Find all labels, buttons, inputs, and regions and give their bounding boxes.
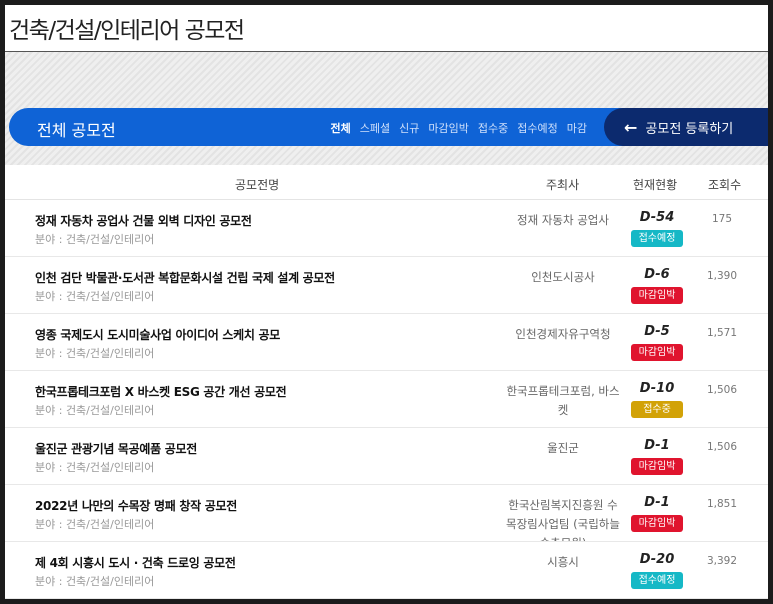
contest-status: D-1 마감임박 bbox=[625, 485, 689, 541]
contest-views: 1,390 bbox=[706, 270, 738, 282]
table-row[interactable]: 한국프롭테크포럼 X 바스켓 ESG 공간 개선 공모전분야 : 건축/건설/인… bbox=[5, 371, 768, 428]
contest-views: 175 bbox=[711, 213, 733, 225]
arrow-left-icon: ← bbox=[624, 117, 638, 137]
contest-field: 분야 : 건축/건설/인테리어 bbox=[35, 233, 155, 246]
contest-host: 인천도시공사 bbox=[531, 270, 595, 284]
contest-dday: D-1 bbox=[644, 495, 670, 510]
table-row[interactable]: 영종 국제도시 도시미술사업 아이디어 스케치 공모분야 : 건축/건설/인테리… bbox=[5, 314, 768, 371]
filter-tab-upcoming[interactable]: 접수예정 bbox=[517, 120, 557, 136]
contest-table: 공모전명 주최사 현재현황 조회수 정재 자동차 공업사 건물 외벽 디자인 공… bbox=[5, 165, 768, 599]
status-badge: 마감임박 bbox=[631, 458, 683, 475]
contest-dday: D-1 bbox=[644, 438, 670, 453]
contest-filter-bar: 전체 공모전 전체 스페셜 신규 마감임박 접수중 접수예정 마감 ← 공모전 … bbox=[9, 108, 768, 146]
contest-field: 분야 : 건축/건설/인테리어 bbox=[35, 518, 155, 531]
table-header: 공모전명 주최사 현재현황 조회수 bbox=[5, 165, 768, 200]
header-views: 조회수 bbox=[708, 178, 742, 192]
contest-status: D-6 마감임박 bbox=[625, 257, 689, 313]
contest-host: 인천경제자유구역청 bbox=[515, 327, 611, 341]
status-badge: 마감임박 bbox=[631, 344, 683, 361]
contest-page: 건축/건설/인테리어 공모전 전체 공모전 전체 스페셜 신규 마감임박 접수중… bbox=[5, 5, 768, 599]
contest-views: 1,571 bbox=[706, 327, 738, 339]
contest-name-link[interactable]: 인천 검단 박물관·도서관 복합문화시설 건립 국제 설계 공모전 bbox=[35, 269, 335, 286]
table-row[interactable]: 울진군 관광기념 목공예품 공모전분야 : 건축/건설/인테리어 울진군 D-1 마감… bbox=[5, 428, 768, 485]
contest-host: 한국프롭테크포럼, 바스켓 bbox=[506, 384, 620, 417]
contest-dday: D-10 bbox=[639, 381, 675, 396]
contest-status: D-1 마감임박 bbox=[625, 428, 689, 484]
table-row[interactable]: 인천 검단 박물관·도서관 복합문화시설 건립 국제 설계 공모전분야 : 건축… bbox=[5, 257, 768, 314]
contest-dday: D-54 bbox=[639, 210, 675, 225]
contest-status: D-54 접수예정 bbox=[625, 200, 689, 256]
contest-field: 분야 : 건축/건설/인테리어 bbox=[35, 290, 155, 303]
header-status: 현재현황 bbox=[633, 178, 678, 192]
status-badge: 마감임박 bbox=[631, 515, 683, 532]
filter-tab-special[interactable]: 스페셜 bbox=[360, 120, 390, 136]
contest-status: D-20 접수예정 bbox=[625, 542, 689, 598]
contest-field: 분야 : 건축/건설/인테리어 bbox=[35, 461, 155, 474]
filter-tabs: 전체 스페셜 신규 마감임박 접수중 접수예정 마감 bbox=[331, 120, 587, 136]
filter-tab-new[interactable]: 신규 bbox=[399, 120, 419, 136]
status-badge: 마감임박 bbox=[631, 287, 683, 304]
header-name: 공모전명 bbox=[235, 178, 280, 192]
table-row[interactable]: 제 4회 시흥시 도시 · 건축 드로잉 공모전분야 : 건축/건설/인테리어 시… bbox=[5, 542, 768, 599]
contest-name-link[interactable]: 영종 국제도시 도시미술사업 아이디어 스케치 공모 bbox=[35, 326, 280, 343]
contest-status: D-10 접수중 bbox=[625, 371, 689, 427]
status-badge: 접수중 bbox=[631, 401, 683, 418]
filter-tab-closed[interactable]: 마감 bbox=[567, 120, 587, 136]
contest-field: 분야 : 건축/건설/인테리어 bbox=[35, 347, 155, 360]
filter-tab-all[interactable]: 전체 bbox=[331, 120, 351, 136]
register-contest-label: 공모전 등록하기 bbox=[645, 121, 734, 137]
status-badge: 접수예정 bbox=[631, 230, 683, 247]
contest-name-link[interactable]: 제 4회 시흥시 도시 · 건축 드로잉 공모전 bbox=[35, 554, 236, 571]
contest-status: D-5 마감임박 bbox=[625, 314, 689, 370]
filter-tab-closing-soon[interactable]: 마감임박 bbox=[428, 120, 468, 136]
contest-host: 정재 자동차 공업사 bbox=[517, 213, 609, 227]
table-row[interactable]: 2022년 나만의 수목장 명패 창작 공모전분야 : 건축/건설/인테리어 한국… bbox=[5, 485, 768, 542]
contest-views: 1,851 bbox=[706, 498, 738, 510]
contest-host: 한국산림복지진흥원 수목장림사업팀 (국립하늘숲추모원) bbox=[506, 498, 620, 541]
contest-views: 1,506 bbox=[706, 384, 738, 396]
section-title: 전체 공모전 bbox=[37, 121, 116, 140]
page-title: 건축/건설/인테리어 공모전 bbox=[9, 18, 245, 44]
contest-field: 분야 : 건축/건설/인테리어 bbox=[35, 404, 155, 417]
contest-name-link[interactable]: 울진군 관광기념 목공예품 공모전 bbox=[35, 440, 197, 457]
contest-field: 분야 : 건축/건설/인테리어 bbox=[35, 575, 155, 588]
contest-dday: D-6 bbox=[644, 267, 670, 282]
register-contest-button[interactable]: ← 공모전 등록하기 bbox=[604, 108, 768, 146]
status-badge: 접수예정 bbox=[631, 572, 683, 589]
contest-dday: D-5 bbox=[644, 324, 670, 339]
contest-name-link[interactable]: 2022년 나만의 수목장 명패 창작 공모전 bbox=[35, 497, 237, 514]
contest-dday: D-20 bbox=[639, 552, 675, 567]
contest-host: 울진군 bbox=[547, 441, 579, 455]
table-body: 정재 자동차 공업사 건물 외벽 디자인 공모전분야 : 건축/건설/인테리어 정… bbox=[5, 200, 768, 599]
contest-name-link[interactable]: 정재 자동차 공업사 건물 외벽 디자인 공모전 bbox=[35, 212, 252, 229]
table-row[interactable]: 정재 자동차 공업사 건물 외벽 디자인 공모전분야 : 건축/건설/인테리어 정… bbox=[5, 200, 768, 257]
contest-views: 3,392 bbox=[706, 555, 738, 567]
contest-views: 1,506 bbox=[706, 441, 738, 453]
contest-name-link[interactable]: 한국프롭테크포럼 X 바스켓 ESG 공간 개선 공모전 bbox=[35, 383, 287, 400]
filter-tab-open[interactable]: 접수중 bbox=[478, 120, 508, 136]
header-host: 주최사 bbox=[546, 178, 580, 192]
contest-host: 시흥시 bbox=[547, 555, 579, 569]
